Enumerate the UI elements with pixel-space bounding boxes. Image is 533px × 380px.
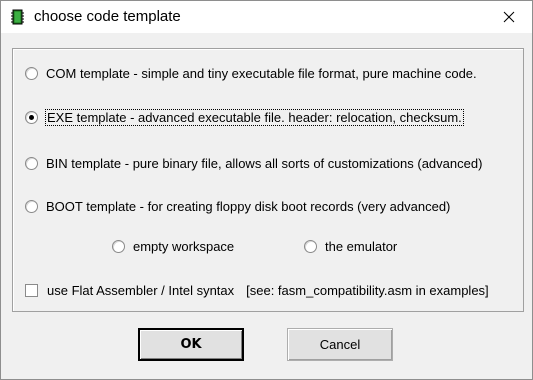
template-options-panel: COM template - simple and tiny executabl… [12,48,524,312]
radio-boot-label: BOOT template - for creating floppy disk… [46,199,451,214]
ok-button[interactable]: OK [138,328,244,361]
flat-assembler-checkbox-row[interactable]: use Flat Assembler / Intel syntax [see: … [25,283,489,298]
radio-empty-workspace[interactable]: empty workspace [112,239,234,254]
dialog-window: choose code template COM template - simp… [0,0,533,380]
radio-boot-template[interactable]: BOOT template - for creating floppy disk… [25,199,450,214]
radio-emulator-button[interactable] [304,240,317,253]
radio-empty-button[interactable] [112,240,125,253]
flat-assembler-label: use Flat Assembler / Intel syntax [47,283,235,298]
radio-emulator-label: the emulator [325,239,398,254]
window-title: choose code template [34,8,181,25]
radio-exe-button[interactable] [25,111,38,124]
radio-bin-label: BIN template - pure binary file, allows … [46,156,483,171]
radio-exe-template[interactable]: EXE template - advanced executable file.… [25,109,464,126]
radio-bin-button[interactable] [25,157,38,170]
radio-bin-template[interactable]: BIN template - pure binary file, allows … [25,156,482,171]
radio-com-button[interactable] [25,67,38,80]
close-button[interactable] [486,1,532,33]
cancel-button[interactable]: Cancel [287,328,393,361]
fasm-hint: [see: fasm_compatibility.asm in examples… [246,283,489,298]
title-bar[interactable]: choose code template [1,1,532,33]
radio-empty-label: empty workspace [133,239,235,254]
radio-com-label: COM template - simple and tiny executabl… [46,66,477,81]
chip-icon [11,9,24,25]
radio-the-emulator[interactable]: the emulator [304,239,397,254]
flat-assembler-checkbox[interactable] [25,284,38,297]
close-icon [503,11,515,23]
radio-boot-button[interactable] [25,200,38,213]
radio-exe-label: EXE template - advanced executable file.… [45,109,464,126]
radio-com-template[interactable]: COM template - simple and tiny executabl… [25,66,477,81]
